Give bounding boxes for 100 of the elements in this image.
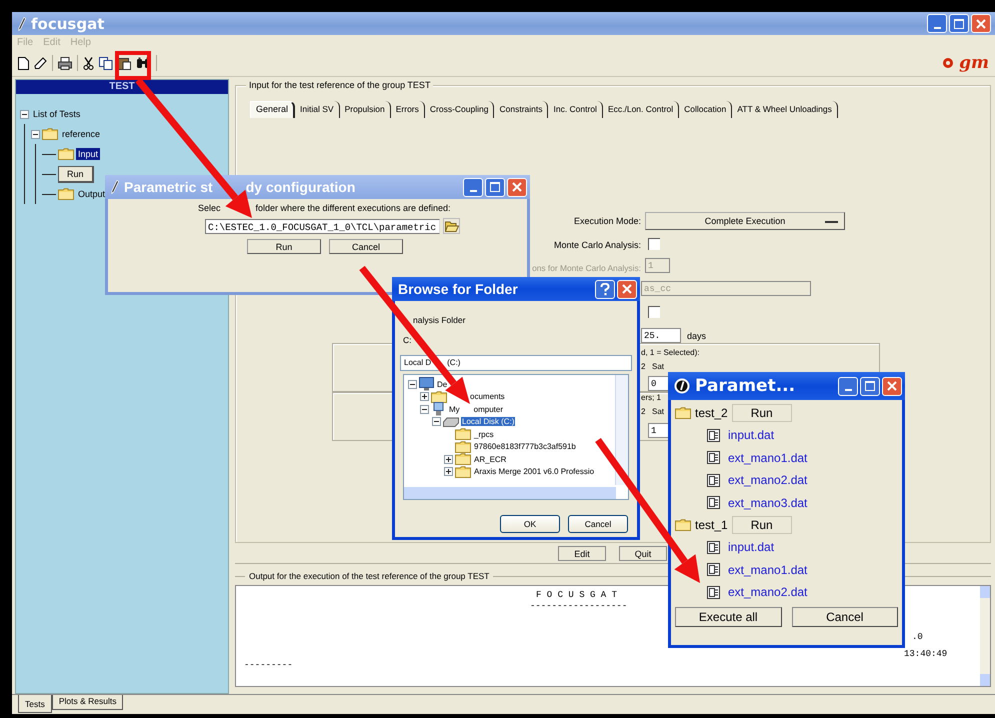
tab[interactable]: Errors xyxy=(390,101,425,118)
file-icon xyxy=(707,496,720,510)
file-link[interactable]: ext_mano2.dat xyxy=(728,585,808,600)
prompt-text: folder where the different executions are defined: xyxy=(256,203,450,213)
minimize-button[interactable] xyxy=(838,376,858,396)
file-link[interactable]: ext_mano3.dat xyxy=(728,496,808,510)
file-icon xyxy=(707,540,720,554)
column-label: 2 xyxy=(641,362,646,371)
tab[interactable]: Constraints xyxy=(494,101,548,118)
maximize-button[interactable] xyxy=(860,376,880,396)
scrollbar[interactable] xyxy=(404,487,616,499)
input-field[interactable]: 25. xyxy=(641,328,681,343)
tab[interactable]: Collocation xyxy=(679,101,732,118)
collapse-icon[interactable] xyxy=(20,110,29,118)
input-field[interactable]: 1 xyxy=(648,423,670,438)
file-link[interactable]: input.dat xyxy=(728,540,774,554)
tree-item[interactable]: reference xyxy=(60,128,102,140)
collapse-icon[interactable] xyxy=(432,417,441,426)
window-title: focusgat xyxy=(31,14,106,32)
tab[interactable]: ATT & Wheel Unloadings xyxy=(732,101,838,118)
folder-tree-item[interactable]: AR_ECR xyxy=(473,454,508,464)
help-button[interactable] xyxy=(595,280,615,298)
tab[interactable]: Plots & Results xyxy=(52,695,124,710)
info-icon xyxy=(674,378,690,394)
collapse-icon[interactable] xyxy=(31,130,40,138)
file-link[interactable]: ext_mano1.dat xyxy=(728,562,808,577)
group-caption: ers; 1 xyxy=(641,393,662,402)
file-icon xyxy=(707,474,720,487)
new-file-icon[interactable] xyxy=(18,56,29,70)
clipboard-icon[interactable] xyxy=(118,56,131,70)
folder-field[interactable]: Local D (C:) xyxy=(400,355,632,371)
action-button[interactable]: Quit xyxy=(619,546,667,561)
close-button[interactable] xyxy=(507,178,527,196)
column-label: Sat xyxy=(652,362,664,371)
dialog-button[interactable]: Cancel xyxy=(329,239,403,254)
dialog-button[interactable]: Cancel xyxy=(792,606,898,626)
minimize-icon xyxy=(470,190,476,192)
checkbox[interactable] xyxy=(648,306,660,318)
dialog-button[interactable]: Run xyxy=(247,239,321,254)
dialog-button[interactable]: Execute all xyxy=(675,606,782,626)
close-button[interactable] xyxy=(971,14,991,33)
execution-mode-dropdown[interactable]: Complete Execution xyxy=(645,212,845,230)
dialog-button[interactable]: Cancel xyxy=(568,515,628,533)
dialog-title: dy configuration xyxy=(246,179,356,195)
scrollbar[interactable] xyxy=(980,586,990,686)
collapse-icon[interactable] xyxy=(408,380,417,389)
folder-tree-item[interactable]: De xyxy=(436,380,448,389)
tab[interactable]: Tests xyxy=(18,695,52,713)
group-title: Input for the test reference of the group TEST xyxy=(246,80,434,90)
action-button[interactable]: Edit xyxy=(558,546,606,561)
expand-icon[interactable] xyxy=(444,454,453,464)
tab[interactable]: General xyxy=(250,101,296,118)
tab[interactable]: Propulsion xyxy=(340,101,391,118)
output-line: ------------------ xyxy=(530,601,628,611)
run-button[interactable]: Run xyxy=(732,404,792,422)
folder-tree-item[interactable]: Local Disk (C:) xyxy=(461,417,516,426)
maximize-button[interactable] xyxy=(949,14,969,33)
eraser-icon[interactable] xyxy=(34,56,47,70)
file-icon xyxy=(707,586,720,599)
tab[interactable]: Inc. Control xyxy=(548,101,603,118)
printer-icon[interactable] xyxy=(58,56,72,70)
copy-icon[interactable] xyxy=(99,56,113,70)
scissors-icon[interactable] xyxy=(83,56,94,70)
folder-tree-item[interactable]: ocuments xyxy=(469,392,506,402)
tree-item[interactable]: Output xyxy=(76,188,108,200)
folder-icon xyxy=(675,407,691,419)
run-button[interactable]: Run xyxy=(58,166,94,182)
browse-button[interactable] xyxy=(443,218,460,234)
input-field[interactable]: 0 xyxy=(648,376,670,391)
close-icon xyxy=(512,182,522,192)
close-icon xyxy=(887,381,897,391)
folder-tree-item[interactable]: My xyxy=(448,404,461,414)
file-link[interactable]: ext_mano2.dat xyxy=(728,473,808,488)
maximize-button[interactable] xyxy=(485,178,505,196)
expand-icon[interactable] xyxy=(444,467,453,476)
folder-tree-item[interactable]: omputer xyxy=(474,404,504,414)
folder-tree-item[interactable]: Araxis Merge 2001 v6.0 Professio xyxy=(473,467,596,476)
checkbox[interactable] xyxy=(648,238,660,250)
tree-item[interactable]: Input xyxy=(76,148,100,160)
tab[interactable]: Initial SV xyxy=(295,101,340,118)
folder-tree-item[interactable]: _rpcs xyxy=(473,430,495,439)
folder-tree-item[interactable]: 97860e8183f777b3c3af591b xyxy=(473,442,577,452)
dialog-button[interactable]: OK xyxy=(500,515,560,533)
question-icon xyxy=(600,282,610,296)
close-icon xyxy=(622,284,632,294)
run-button[interactable]: Run xyxy=(732,516,792,534)
close-button[interactable] xyxy=(617,280,637,298)
minimize-button[interactable] xyxy=(463,178,483,196)
file-link[interactable]: input.dat xyxy=(728,428,774,442)
tab[interactable]: Cross-Coupling xyxy=(424,101,494,118)
folder-icon xyxy=(58,188,74,200)
collapse-icon[interactable] xyxy=(420,404,429,414)
path-field[interactable]: C:\ESTEC_1.0_FOCUSGAT_1_0\TCL\parametric xyxy=(205,218,440,234)
tab[interactable]: Ecc./Lon. Control xyxy=(602,101,680,118)
file-link[interactable]: ext_mano1.dat xyxy=(728,450,808,465)
minimize-button[interactable] xyxy=(927,14,947,33)
close-button[interactable] xyxy=(882,376,902,396)
folder-icon xyxy=(455,453,471,466)
tree-item[interactable]: List of Tests xyxy=(31,108,82,120)
expand-icon[interactable] xyxy=(420,392,429,402)
